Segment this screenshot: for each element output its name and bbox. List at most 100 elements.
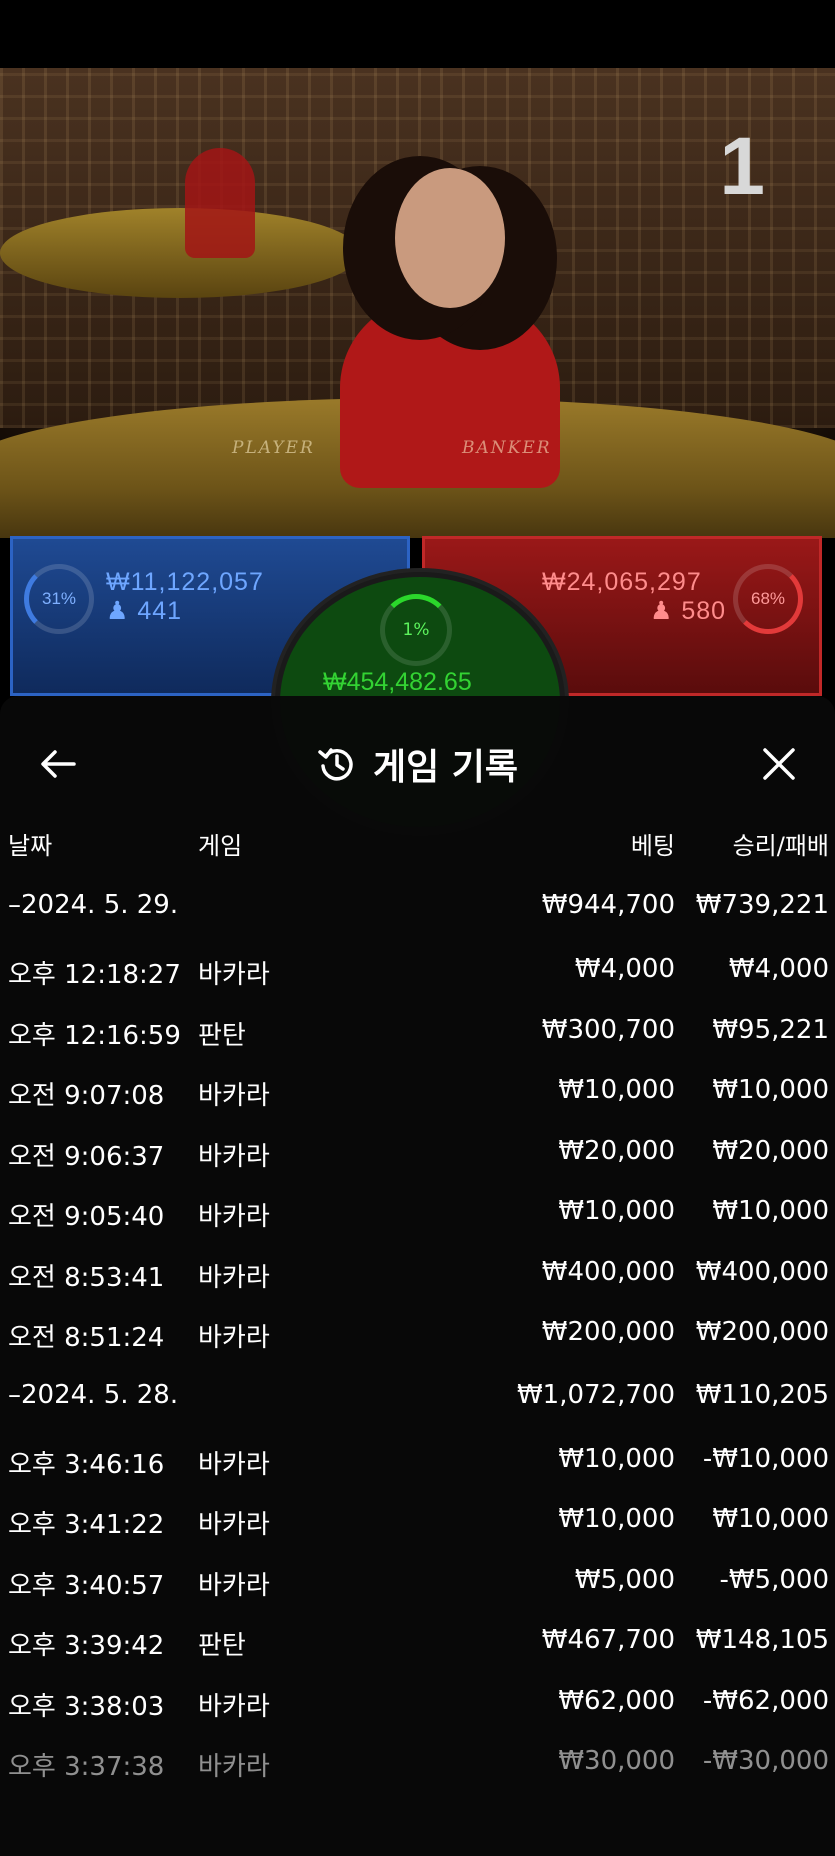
close-icon bbox=[763, 748, 795, 780]
live-video-feed: PLAYER BANKER 1 bbox=[0, 68, 835, 538]
row-game: 바카라 bbox=[198, 1081, 270, 1111]
sheet-header: 게임 기록 bbox=[0, 696, 835, 826]
row-result: ₩400,000 bbox=[695, 1256, 829, 1287]
column-game: 게임 bbox=[198, 832, 243, 860]
row-result: ₩148,105 bbox=[695, 1625, 829, 1655]
background-dealer bbox=[185, 148, 255, 258]
dealer-head bbox=[395, 168, 505, 308]
player-count-value: 441 bbox=[137, 597, 183, 625]
row-result: ₩739,221 bbox=[695, 890, 829, 920]
tie-percent-ring: 1% bbox=[380, 594, 452, 666]
tie-amount: ₩454,482.65 bbox=[323, 668, 472, 696]
row-bet: ₩1,072,700 bbox=[516, 1379, 675, 1410]
row-time: 오전 9:05:40 bbox=[8, 1202, 165, 1232]
background-table bbox=[0, 208, 360, 298]
row-result: ₩10,000 bbox=[712, 1504, 829, 1534]
row-game: 바카라 bbox=[198, 1752, 270, 1782]
user-icon: ♟ bbox=[106, 597, 130, 625]
row-bet: ₩20,000 bbox=[558, 1135, 675, 1166]
date-group-row[interactable]: –2024. 5. 28. ₩1,072,700 ₩110,205 bbox=[0, 1364, 835, 1430]
player-percent-ring: 31% bbox=[24, 564, 94, 634]
column-result: 승리/패배 bbox=[732, 832, 829, 860]
row-time: –2024. 5. 29. bbox=[8, 890, 179, 920]
row-game: 바카라 bbox=[198, 1691, 270, 1722]
row-game: 바카라 bbox=[198, 1510, 270, 1540]
history-row[interactable]: 오후 3:38:03 바카라 ₩62,000 -₩62,000 bbox=[0, 1672, 835, 1733]
row-bet: ₩10,000 bbox=[558, 1504, 675, 1534]
game-history-sheet: 게임 기록 날짜 게임 베팅 승리/패배 –2024. 5. 29. ₩944,7… bbox=[0, 696, 835, 1856]
history-row[interactable]: 오후 3:39:42 판탄 ₩467,700 ₩148,105 bbox=[0, 1611, 835, 1672]
row-game: 판탄 bbox=[198, 1020, 246, 1051]
row-time: –2024. 5. 28. bbox=[8, 1379, 179, 1410]
row-bet: ₩300,700 bbox=[541, 1014, 675, 1045]
history-column-headers: 날짜 게임 베팅 승리/패배 bbox=[0, 826, 835, 870]
dealer bbox=[340, 298, 560, 488]
sheet-title: 게임 기록 bbox=[372, 747, 518, 788]
history-row[interactable]: 오전 8:51:24 바카라 ₩200,000 ₩200,000 bbox=[0, 1303, 835, 1364]
row-time: 오후 3:46:16 bbox=[8, 1449, 165, 1480]
row-game: 바카라 bbox=[198, 960, 270, 990]
row-result: ₩4,000 bbox=[728, 954, 829, 984]
history-row[interactable]: 오전 8:53:41 바카라 ₩400,000 ₩400,000 bbox=[0, 1243, 835, 1304]
row-result: -₩62,000 bbox=[702, 1685, 829, 1716]
row-time: 오후 3:41:22 bbox=[8, 1510, 165, 1540]
table-label-banker: BANKER bbox=[462, 438, 552, 458]
row-time: 오전 9:07:08 bbox=[8, 1081, 165, 1111]
round-number: 1 bbox=[719, 121, 765, 212]
bet-stats-area: 31% ₩11,122,057 ♟ 441 ₩24,065,297 ♟ 580 … bbox=[0, 536, 835, 832]
row-bet: ₩10,000 bbox=[558, 1196, 675, 1226]
history-list[interactable]: –2024. 5. 29. ₩944,700 ₩739,221 오후 12:18:27… bbox=[0, 874, 835, 1793]
row-result: -₩5,000 bbox=[719, 1564, 829, 1595]
banker-count: ♟ 580 bbox=[650, 596, 726, 626]
row-game: 바카라 bbox=[198, 1262, 270, 1293]
row-game: 바카라 bbox=[198, 1449, 270, 1480]
banker-count-value: 580 bbox=[681, 597, 727, 625]
history-row[interactable]: 오후 3:40:57 바카라 ₩5,000 -₩5,000 bbox=[0, 1551, 835, 1612]
row-bet: ₩200,000 bbox=[541, 1317, 675, 1347]
row-bet: ₩10,000 bbox=[558, 1443, 675, 1474]
row-time: 오후 12:18:27 bbox=[8, 960, 181, 990]
row-time: 오후 3:39:42 bbox=[8, 1631, 165, 1661]
player-amount: ₩11,122,057 bbox=[106, 568, 264, 596]
banker-percent: 68% bbox=[750, 589, 786, 608]
row-bet: ₩944,700 bbox=[541, 890, 675, 920]
history-row[interactable]: 오후 3:37:38 바카라 ₩30,000 -₩30,000 bbox=[0, 1732, 835, 1793]
close-button[interactable] bbox=[751, 736, 807, 792]
row-result: ₩20,000 bbox=[712, 1135, 829, 1166]
history-row[interactable]: 오후 12:16:59 판탄 ₩300,700 ₩95,221 bbox=[0, 1001, 835, 1062]
row-time: 오전 9:06:37 bbox=[8, 1141, 165, 1172]
history-row[interactable]: 오후 3:46:16 바카라 ₩10,000 -₩10,000 bbox=[0, 1430, 835, 1491]
row-result: ₩10,000 bbox=[712, 1075, 829, 1105]
row-result: ₩200,000 bbox=[695, 1317, 829, 1347]
row-game: 바카라 bbox=[198, 1202, 270, 1232]
row-time: 오전 8:53:41 bbox=[8, 1262, 165, 1293]
player-percent: 31% bbox=[41, 589, 77, 608]
history-row[interactable]: 오전 9:07:08 바카라 ₩10,000 ₩10,000 bbox=[0, 1061, 835, 1122]
row-bet: ₩4,000 bbox=[574, 954, 675, 984]
history-row[interactable]: 오후 3:41:22 바카라 ₩10,000 ₩10,000 bbox=[0, 1490, 835, 1551]
column-date: 날짜 bbox=[8, 832, 53, 860]
date-group-row[interactable]: –2024. 5. 29. ₩944,700 ₩739,221 bbox=[0, 874, 835, 940]
row-bet: ₩10,000 bbox=[558, 1075, 675, 1105]
player-count: ♟ 441 bbox=[106, 596, 182, 626]
row-result: ₩95,221 bbox=[712, 1014, 829, 1045]
row-result: ₩10,000 bbox=[712, 1196, 829, 1226]
row-game: 바카라 bbox=[198, 1323, 270, 1353]
row-time: 오전 8:51:24 bbox=[8, 1323, 165, 1353]
row-game: 판탄 bbox=[198, 1631, 246, 1661]
history-row[interactable]: 오후 12:18:27 바카라 ₩4,000 ₩4,000 bbox=[0, 940, 835, 1001]
row-time: 오후 12:16:59 bbox=[8, 1020, 181, 1051]
history-row[interactable]: 오전 9:06:37 바카라 ₩20,000 ₩20,000 bbox=[0, 1122, 835, 1183]
table-label-player: PLAYER bbox=[232, 438, 315, 458]
row-time: 오후 3:37:38 bbox=[8, 1752, 165, 1782]
row-bet: ₩30,000 bbox=[558, 1746, 675, 1776]
column-bet: 베팅 bbox=[630, 832, 675, 860]
row-bet: ₩5,000 bbox=[574, 1564, 675, 1595]
history-row[interactable]: 오전 9:05:40 바카라 ₩10,000 ₩10,000 bbox=[0, 1182, 835, 1243]
row-result: -₩10,000 bbox=[702, 1443, 829, 1474]
row-bet: ₩62,000 bbox=[558, 1685, 675, 1716]
row-game: 바카라 bbox=[198, 1141, 270, 1172]
sheet-title-group: 게임 기록 bbox=[0, 736, 835, 792]
row-time: 오후 3:38:03 bbox=[8, 1691, 165, 1722]
banker-percent-ring: 68% bbox=[733, 564, 803, 634]
